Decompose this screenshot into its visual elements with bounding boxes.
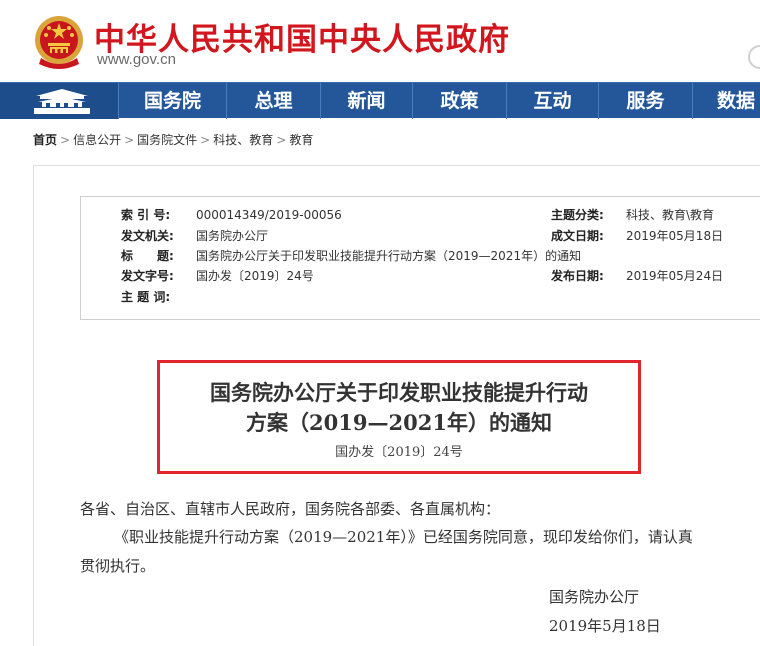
document-salutation: 各省、自治区、直辖市人民政府，国务院各部委、各直属机构：	[80, 500, 501, 518]
meta-created-value: 2019年05月18日	[626, 229, 724, 243]
nav-item-services[interactable]: 服务	[598, 83, 692, 119]
document-title-line-1: 国务院办公厅关于印发职业技能提升行动	[210, 380, 588, 405]
site-header: 中华人民共和国中央人民政府 www.gov.cn	[0, 0, 760, 82]
breadcrumb-home[interactable]: 首页	[33, 133, 57, 147]
document-number: 国办发〔2019〕24号	[335, 445, 463, 460]
meta-title-value: 国务院办公厅关于印发职业技能提升行动方案（2019—2021年）的通知	[196, 249, 582, 263]
breadcrumb-education[interactable]: 教育	[289, 133, 313, 147]
breadcrumb: 首页 > 信息公开 > 国务院文件 > 科技、教育 > 教育	[33, 131, 313, 148]
document-date: 2019年5月18日	[549, 617, 661, 635]
breadcrumb-state-council-docs[interactable]: 国务院文件	[137, 133, 197, 147]
document-title-box: 国务院办公厅关于印发职业技能提升行动 方案（2019—2021年）的通知 国办发…	[157, 360, 641, 474]
site-url[interactable]: www.gov.cn	[97, 51, 176, 68]
nav-item-news[interactable]: 新闻	[320, 83, 412, 119]
document-title-line-2: 方案（2019—2021年）的通知	[246, 410, 552, 435]
breadcrumb-science-education[interactable]: 科技、教育	[213, 133, 273, 147]
tiananmen-icon	[34, 89, 90, 114]
breadcrumb-separator: >	[200, 133, 211, 147]
meta-created-label: 成文日期:	[551, 229, 604, 243]
nav-item-data[interactable]: 数据	[692, 83, 760, 119]
meta-category-value: 科技、教育\教育	[626, 208, 715, 222]
meta-published-label: 发布日期:	[551, 269, 604, 283]
meta-issuer-value: 国务院办公厅	[196, 229, 269, 243]
breadcrumb-separator: >	[60, 133, 71, 147]
nav-item-interaction[interactable]: 互动	[506, 83, 598, 119]
document-paragraph-line-1: 《职业技能提升行动方案（2019—2021年）》已经国务院同意，现印发给你们，请…	[114, 528, 693, 546]
breadcrumb-separator: >	[124, 133, 135, 147]
meta-published-value: 2019年05月24日	[626, 269, 724, 283]
document-signature: 国务院办公厅	[549, 588, 640, 606]
meta-index-label: 索 引 号:	[121, 208, 171, 222]
nav-item-state-council[interactable]: 国务院	[118, 83, 226, 119]
meta-index-value: 000014349/2019-00056	[196, 208, 342, 222]
national-emblem-icon[interactable]	[33, 12, 85, 72]
meta-title-label: 标 题:	[121, 249, 174, 263]
search-input[interactable]	[748, 45, 760, 69]
nav-home-button[interactable]	[0, 83, 118, 119]
nav-item-policy[interactable]: 政策	[412, 83, 506, 119]
main-nav: 国务院 总理 新闻 政策 互动 服务 数据	[0, 82, 760, 119]
breadcrumb-separator: >	[276, 133, 287, 147]
meta-docno-label: 发文字号:	[121, 269, 174, 283]
meta-subject-label: 主 题 词:	[121, 290, 171, 304]
meta-category-label: 主题分类:	[551, 208, 604, 222]
meta-docno-value: 国办发〔2019〕24号	[196, 269, 314, 283]
breadcrumb-info-disclosure[interactable]: 信息公开	[73, 133, 121, 147]
nav-item-premier[interactable]: 总理	[226, 83, 320, 119]
document-paragraph-line-2: 贯彻执行。	[80, 557, 156, 575]
meta-issuer-label: 发文机关:	[121, 229, 174, 243]
